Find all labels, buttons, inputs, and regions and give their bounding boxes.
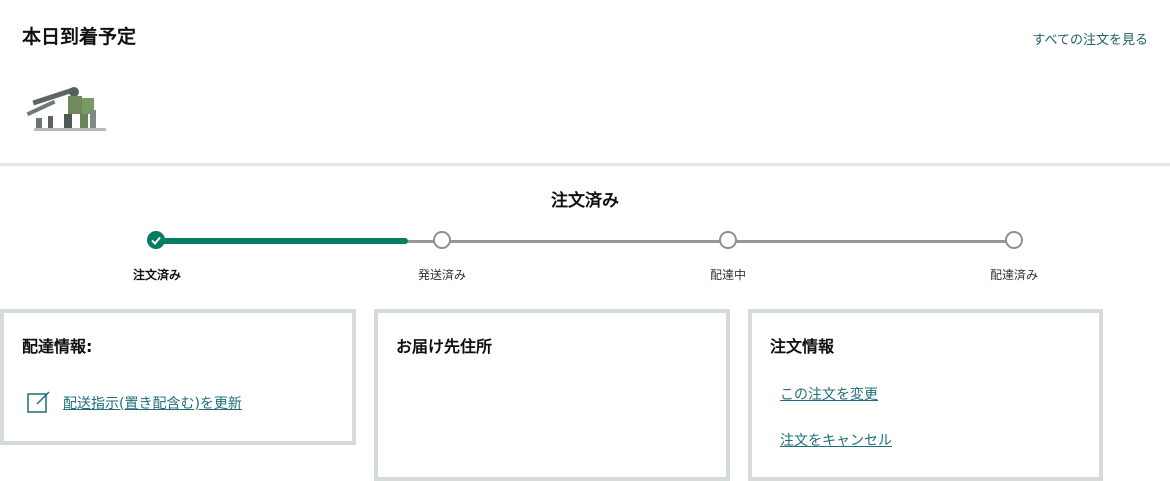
- step-label-out-for-delivery: 配達中: [709, 268, 747, 282]
- view-all-orders-link[interactable]: すべての注文を見る: [1032, 29, 1148, 48]
- step-label-ordered: 注文済み: [132, 268, 182, 282]
- step-node-out-for-delivery: [719, 231, 737, 249]
- product-image[interactable]: [24, 76, 112, 136]
- page-title: 本日到着予定: [22, 26, 137, 48]
- change-order-link[interactable]: この注文を変更: [780, 384, 878, 404]
- step-node-delivered: [1005, 231, 1023, 249]
- check-icon: [151, 236, 161, 245]
- delivery-info-title: 配達情報:: [22, 337, 93, 356]
- delivery-info-card: 配達情報: 配送指示(置き配含む)を更新: [0, 309, 356, 445]
- order-status-title: 注文済み: [551, 191, 619, 211]
- step-label-delivered: 配達済み: [989, 268, 1039, 282]
- robot-figure-icon: [26, 87, 106, 131]
- edit-icon[interactable]: [26, 389, 52, 415]
- progress-fill: [156, 238, 408, 244]
- step-label-shipped: 発送済み: [417, 268, 467, 282]
- shipping-address-title: お届け先住所: [396, 337, 493, 356]
- shipping-address-card: お届け先住所: [374, 309, 730, 481]
- update-delivery-instructions-link[interactable]: 配送指示(置き配含む)を更新: [63, 393, 242, 413]
- order-info-card: 注文情報 この注文を変更 注文をキャンセル: [748, 309, 1103, 481]
- cancel-order-link[interactable]: 注文をキャンセル: [780, 430, 892, 450]
- step-node-shipped: [433, 231, 451, 249]
- section-divider: [0, 163, 1170, 166]
- step-node-ordered: [147, 231, 165, 249]
- order-info-title: 注文情報: [770, 337, 835, 356]
